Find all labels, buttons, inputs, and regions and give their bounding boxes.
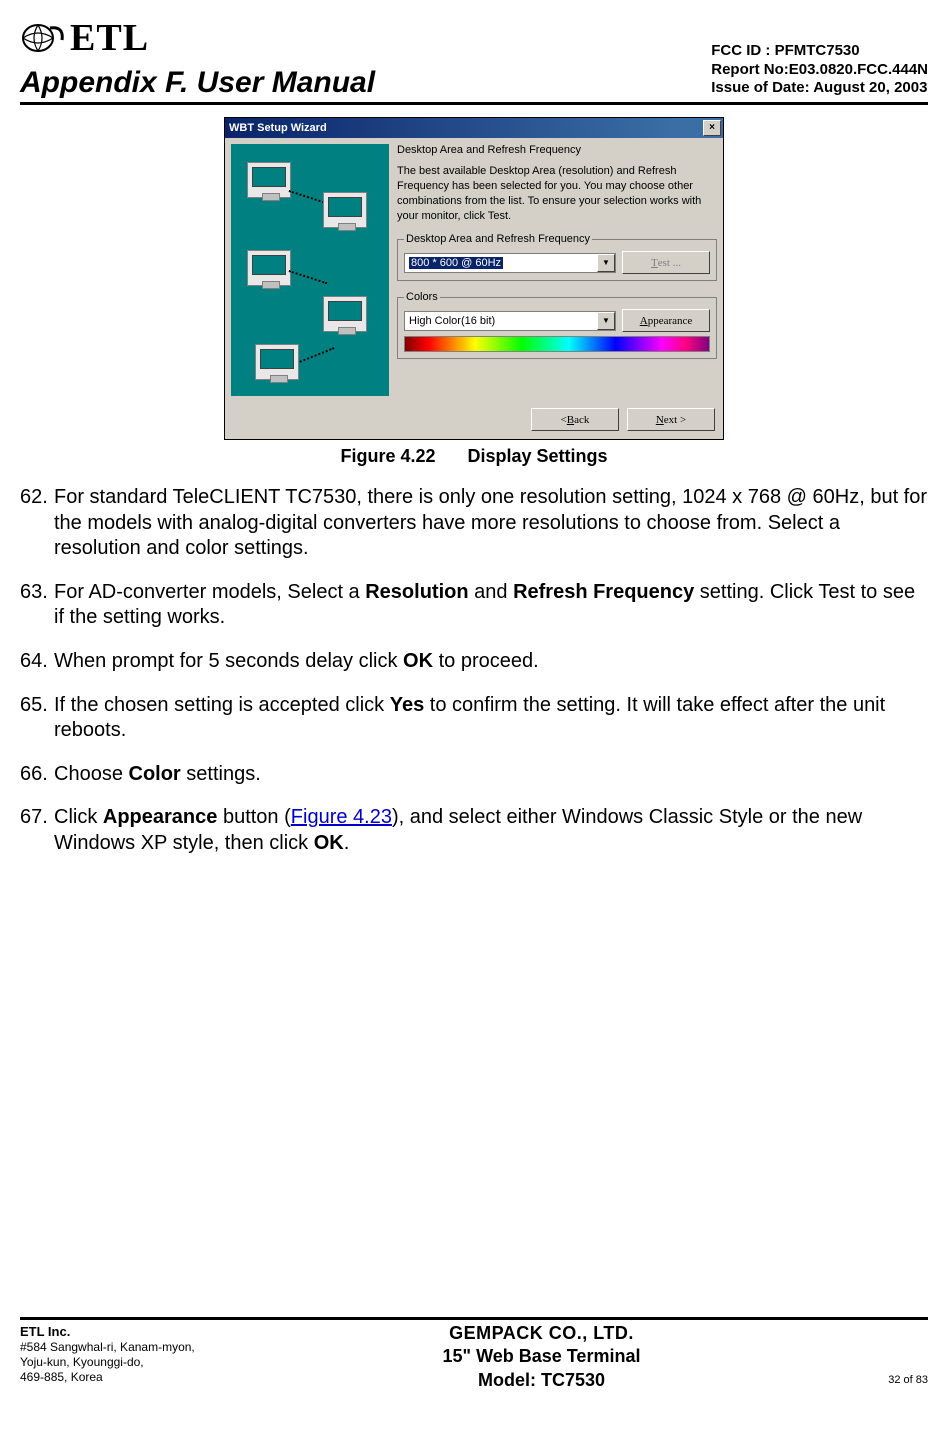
monitor-icon: [323, 296, 367, 332]
monitor-icon: [323, 192, 367, 228]
logo-text: ETL: [70, 16, 149, 60]
step-text: Choose Color settings.: [54, 762, 928, 788]
resolution-legend: Desktop Area and Refresh Frequency: [404, 233, 592, 245]
footer-company-block: ETL Inc. #584 Sangwhal-ri, Kanam-myon, Y…: [20, 1324, 195, 1385]
fcc-id: FCC ID : PFMTC7530: [711, 42, 928, 61]
color-value: High Color(16 bit): [409, 315, 495, 327]
colors-legend: Colors: [404, 291, 440, 303]
back-button[interactable]: < Back: [531, 408, 619, 431]
color-spectrum: [404, 336, 710, 352]
instruction-step: 63.For AD-converter models, Select a Res…: [20, 580, 928, 631]
instruction-step: 62.For standard TeleCLIENT TC7530, there…: [20, 485, 928, 562]
doc-meta: FCC ID : PFMTC7530 Report No:E03.0820.FC…: [711, 42, 928, 98]
resolution-dropdown[interactable]: 800 * 600 @ 60Hz ▼: [404, 253, 616, 273]
logo-globe-icon: [20, 22, 64, 54]
monitor-icon: [255, 344, 299, 380]
test-button[interactable]: Test ...: [622, 251, 710, 274]
step-number: 64.: [20, 649, 54, 675]
footer-model: Model: TC7530: [443, 1369, 641, 1392]
instruction-step: 66.Choose Color settings.: [20, 762, 928, 788]
instruction-step: 65.If the chosen setting is accepted cli…: [20, 693, 928, 744]
footer-addr3: 469-885, Korea: [20, 1370, 195, 1385]
issue-date: Issue of Date: August 20, 2003: [711, 79, 928, 98]
dialog-title: WBT Setup Wizard: [229, 122, 327, 134]
step-number: 67.: [20, 805, 54, 856]
page-number: 32 of 83: [888, 1374, 928, 1392]
figure-title: Display Settings: [468, 446, 608, 466]
section-description: The best available Desktop Area (resolut…: [397, 164, 717, 223]
color-dropdown[interactable]: High Color(16 bit) ▼: [404, 311, 616, 331]
step-text: If the chosen setting is accepted click …: [54, 693, 928, 744]
monitor-icon: [247, 250, 291, 286]
footer-gempack: GEMPACK CO., LTD.: [443, 1322, 641, 1345]
step-text: For AD-converter models, Select a Resolu…: [54, 580, 928, 631]
monitor-icon: [247, 162, 291, 198]
step-text: When prompt for 5 seconds delay click OK…: [54, 649, 928, 675]
instruction-step: 64.When prompt for 5 seconds delay click…: [20, 649, 928, 675]
step-number: 65.: [20, 693, 54, 744]
footer-product: 15" Web Base Terminal: [443, 1345, 641, 1368]
page-title: Appendix F. User Manual: [20, 66, 375, 100]
step-text: Click Appearance button (Figure 4.23), a…: [54, 805, 928, 856]
footer-company: ETL Inc.: [20, 1324, 195, 1340]
next-button[interactable]: Next >: [627, 408, 715, 431]
close-button[interactable]: ×: [703, 120, 721, 136]
step-text: For standard TeleCLIENT TC7530, there is…: [54, 485, 928, 562]
colors-group: Colors High Color(16 bit) ▼ Appearance: [397, 291, 717, 359]
report-no: Report No:E03.0820.FCC.444N: [711, 61, 928, 80]
wizard-sidebar-illustration: [231, 144, 389, 396]
step-number: 63.: [20, 580, 54, 631]
resolution-group: Desktop Area and Refresh Frequency 800 *…: [397, 233, 717, 281]
footer-product-block: GEMPACK CO., LTD. 15" Web Base Terminal …: [443, 1322, 641, 1392]
footer-addr2: Yoju-kun, Kyounggi-do,: [20, 1355, 195, 1370]
figure-number: Figure 4.22: [340, 446, 435, 466]
resolution-value: 800 * 600 @ 60Hz: [409, 257, 503, 269]
wbt-setup-wizard-dialog: WBT Setup Wizard × Desktop Area and Refr…: [224, 117, 724, 440]
step-number: 62.: [20, 485, 54, 562]
appearance-button[interactable]: Appearance: [622, 309, 710, 332]
chevron-down-icon[interactable]: ▼: [597, 312, 615, 330]
section-heading: Desktop Area and Refresh Frequency: [397, 144, 717, 156]
chevron-down-icon[interactable]: ▼: [597, 254, 615, 272]
step-number: 66.: [20, 762, 54, 788]
figure-caption: Figure 4.22 Display Settings: [20, 446, 928, 467]
logo: ETL: [20, 16, 375, 60]
instruction-list: 62.For standard TeleCLIENT TC7530, there…: [20, 485, 928, 875]
footer-addr1: #584 Sangwhal-ri, Kanam-myon,: [20, 1340, 195, 1355]
instruction-step: 67.Click Appearance button (Figure 4.23)…: [20, 805, 928, 856]
